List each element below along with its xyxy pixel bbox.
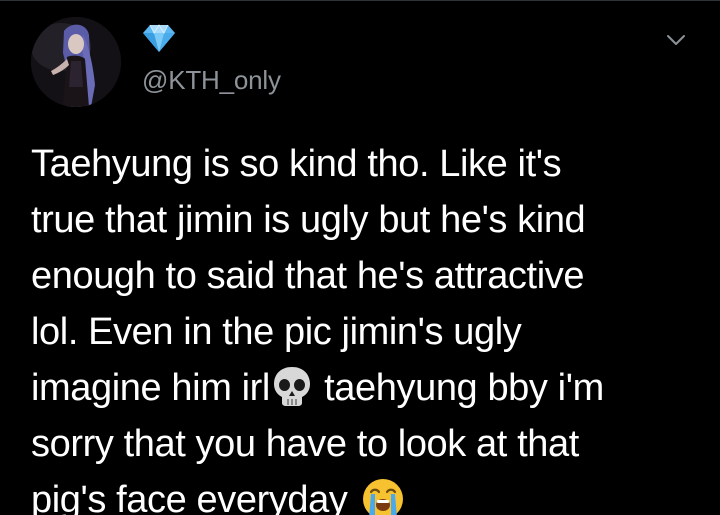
tweet-line: imagine him irl taehyung bby i'm	[31, 360, 711, 416]
avatar[interactable]	[31, 17, 121, 107]
loudly-crying-face-emoji-icon	[358, 474, 408, 515]
user-handle[interactable]: @KTH_only	[142, 64, 281, 96]
tweet-line: true that jimin is ugly but he's kind	[31, 199, 586, 241]
skull-emoji-icon	[270, 364, 314, 424]
tweet-line: lol. Even in the pic jimin's ugly	[31, 311, 522, 353]
tweet-line: enough to said that he's attractive	[31, 255, 585, 297]
chevron-down-icon[interactable]	[664, 28, 688, 52]
gem-stone-icon	[142, 23, 176, 58]
tweet-line: sorry that you have to look at that	[31, 423, 579, 465]
display-name[interactable]	[142, 23, 176, 58]
avatar-image	[31, 17, 121, 107]
tweet-text: Taehyung is so kind tho. Like it's true …	[31, 136, 711, 515]
tweet-line: Taehyung is so kind tho. Like it's	[31, 143, 562, 185]
tweet-line: pig's face everyday	[31, 472, 711, 515]
tweet: @KTH_only Taehyung is so kind tho. Like …	[0, 0, 720, 515]
